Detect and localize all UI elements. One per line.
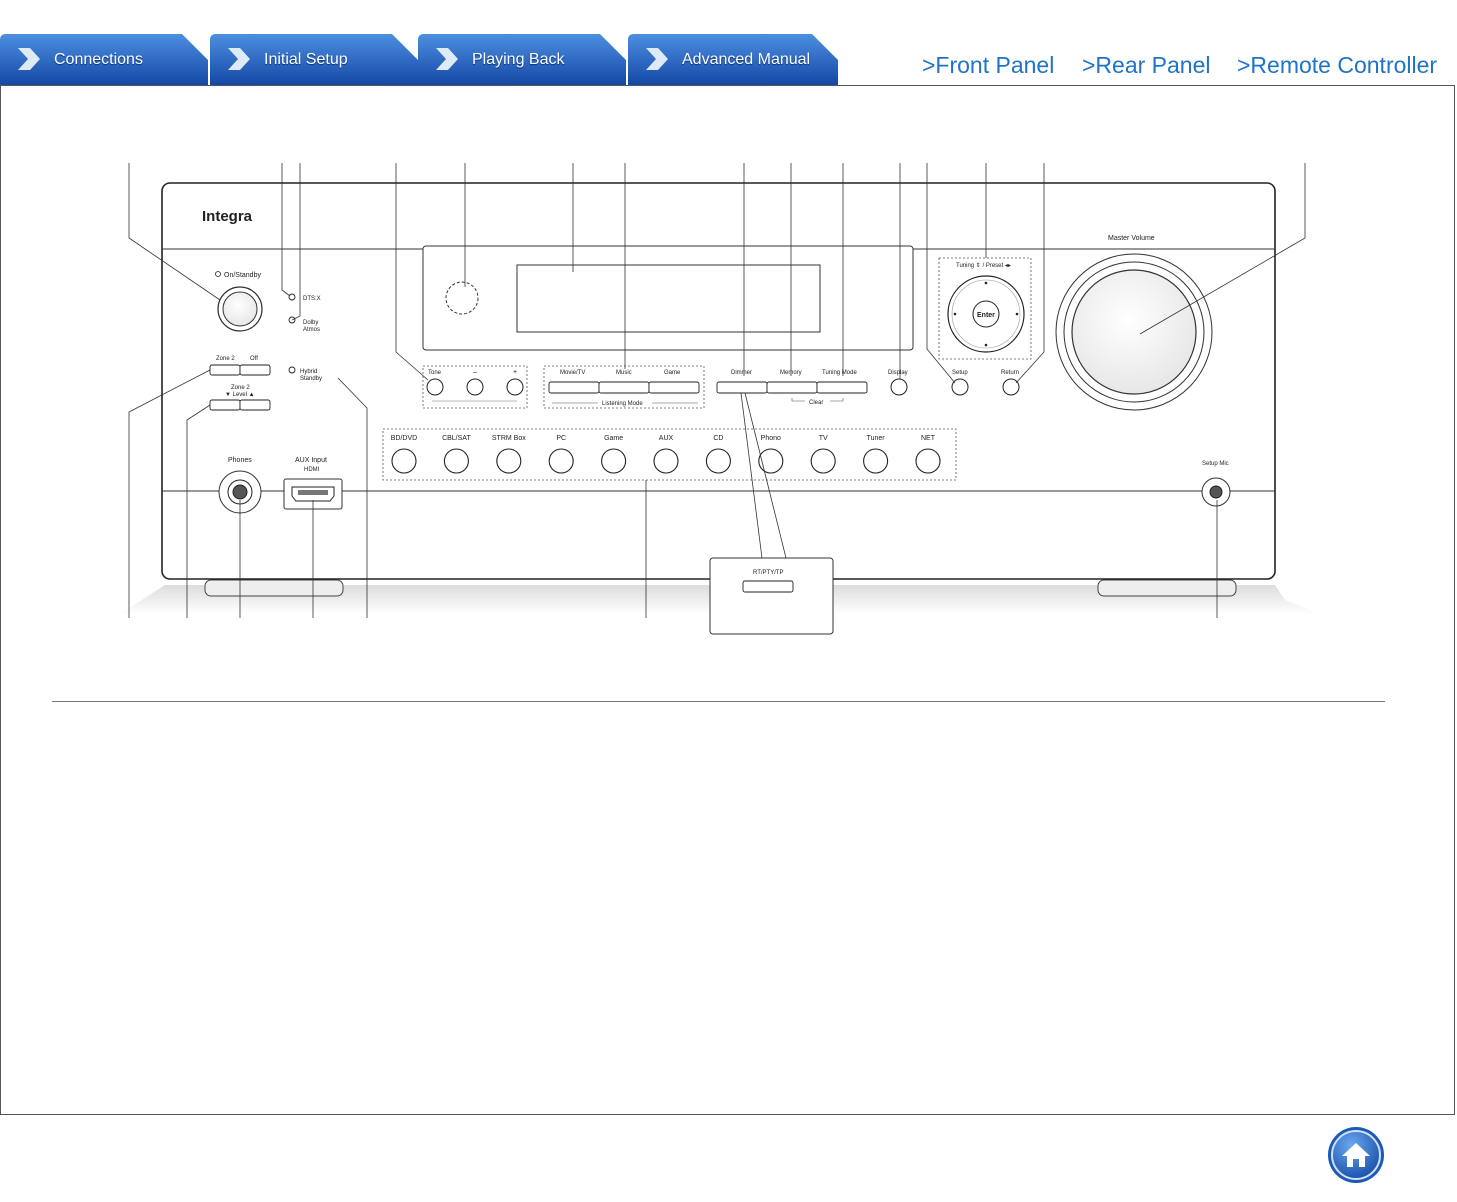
front-panel-illustration: Integra On/Standby DTS:X Dolby Atmos Zon… <box>120 163 1320 635</box>
input-button-bd-dvd[interactable] <box>391 448 417 474</box>
tone-plus-button <box>506 378 524 396</box>
input-label: AUX <box>659 435 674 442</box>
dtsx-led <box>288 293 296 301</box>
tuning-preset-label: Tuning ⇕ / Preset ◂▸ <box>956 262 1011 269</box>
tone-label: Tone <box>428 370 442 376</box>
input-label: BD/DVD <box>391 435 417 442</box>
music-label: Music <box>616 370 632 376</box>
input-button-aux[interactable] <box>653 448 679 474</box>
input-button-cd[interactable] <box>705 448 731 474</box>
zone2-level-label-1: Zone 2 <box>231 385 250 391</box>
minus-label: – <box>473 369 477 376</box>
rt-pty-tp-button <box>742 580 794 593</box>
phones-label: Phones <box>228 457 252 464</box>
dimmer-button <box>716 381 768 394</box>
tuning-mode-label: Tuning Mode <box>822 370 857 376</box>
zone2-label: Zone 2 <box>216 356 235 362</box>
input-button-phono[interactable] <box>758 448 784 474</box>
input-label: PC <box>556 435 566 442</box>
input-button-tv[interactable] <box>810 448 836 474</box>
setup-mic-label: Setup Mic <box>1202 461 1229 467</box>
power-button <box>222 291 258 327</box>
input-label: NET <box>921 435 936 442</box>
dolby-label-2: Atmos <box>303 327 320 333</box>
content-divider <box>52 701 1385 702</box>
power-label: On/Standby <box>224 272 261 279</box>
tone-button <box>426 378 444 396</box>
hybrid-label-1: Hybrid <box>300 369 317 375</box>
input-button-strm-box[interactable] <box>496 448 522 474</box>
movie-tv-label: Movie/TV <box>560 370 585 376</box>
movie-tv-button <box>548 381 600 394</box>
plus-label: + <box>513 369 517 376</box>
tone-minus-button <box>466 378 484 396</box>
setup-mic-jack <box>1209 485 1223 499</box>
input-label: CD <box>713 435 723 442</box>
clear-label: Clear <box>809 400 823 406</box>
listening-mode-label: Listening Mode <box>602 401 643 407</box>
game-mode-label: Game <box>664 370 681 376</box>
display-screen <box>516 264 821 333</box>
enter-label: Enter <box>977 312 995 319</box>
aux-input-label: AUX Input <box>295 457 327 464</box>
input-label: Phono <box>761 435 781 442</box>
home-button[interactable] <box>1327 1126 1385 1184</box>
zone2-level-up-button <box>239 399 271 411</box>
display-label: Display <box>888 370 908 376</box>
hybrid-standby-led <box>288 366 296 374</box>
master-volume-knob <box>1071 269 1197 395</box>
tuning-mode-button <box>816 381 868 394</box>
input-label: Game <box>604 435 623 442</box>
phones-jack <box>232 484 248 500</box>
foot-left <box>204 579 344 597</box>
input-button-cbl-sat[interactable] <box>443 448 469 474</box>
hybrid-label-2: Standby <box>300 376 322 382</box>
input-label: STRM Box <box>492 435 526 442</box>
return-label: Return <box>1001 370 1019 376</box>
foot-right <box>1097 579 1237 597</box>
off-label: Off <box>250 356 258 362</box>
rt-pty-tp-label: RT/PTY/TP <box>753 570 784 576</box>
input-button-pc[interactable] <box>548 448 574 474</box>
input-button-tuner[interactable] <box>863 448 889 474</box>
input-label: CBL/SAT <box>442 435 471 442</box>
dtsx-label: DTS:X <box>303 296 321 302</box>
zone2-level-down-button <box>209 399 241 411</box>
input-button-net[interactable] <box>915 448 941 474</box>
zone2-button <box>209 364 241 376</box>
input-label: Tuner <box>867 435 886 442</box>
hdmi-label: HDMI <box>304 467 320 473</box>
setup-label: Setup <box>952 370 968 376</box>
brand-logo: Integra <box>202 208 253 225</box>
game-mode-button <box>648 381 700 394</box>
input-label: TV <box>819 435 828 442</box>
off-button <box>239 364 271 376</box>
display-button <box>890 378 908 396</box>
dolby-label-1: Dolby <box>303 320 318 326</box>
zone2-level-label-2: ▼ Level ▲ <box>225 392 255 398</box>
music-button <box>598 381 650 394</box>
master-volume-label: Master Volume <box>1108 235 1155 242</box>
memory-button <box>766 381 818 394</box>
return-button <box>1002 378 1020 396</box>
input-button-game[interactable] <box>601 448 627 474</box>
setup-button <box>951 378 969 396</box>
dimmer-label: Dimmer <box>731 370 752 376</box>
